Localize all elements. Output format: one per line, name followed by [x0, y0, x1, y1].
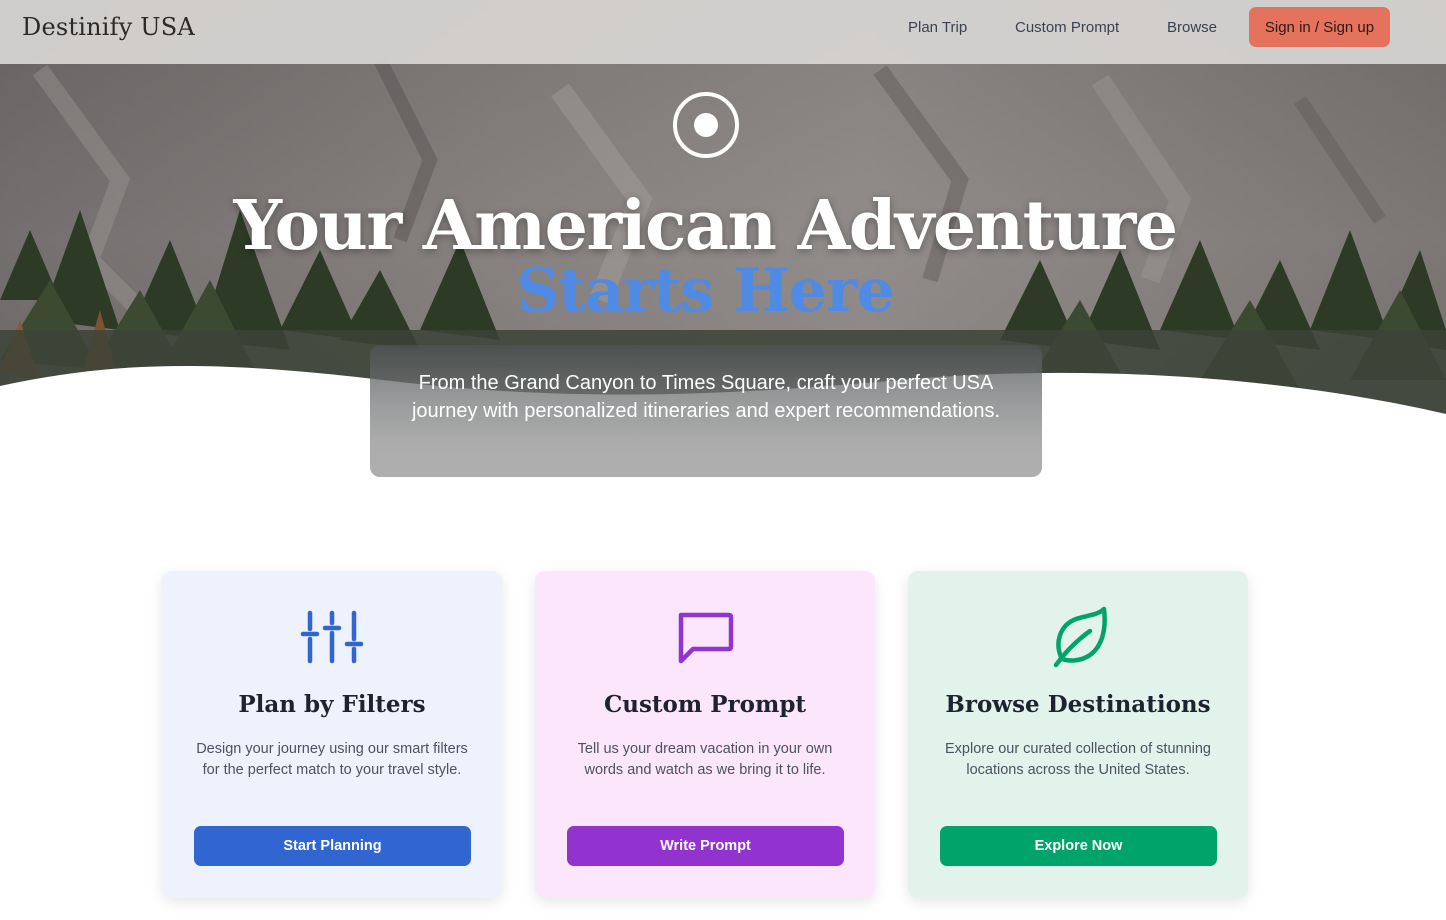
card-title: Browse Destinations — [945, 691, 1211, 718]
card-custom-prompt: Custom Prompt Tell us your dream vacatio… — [535, 571, 875, 898]
hero-description: From the Grand Canyon to Times Square, c… — [411, 372, 1001, 422]
card-plan-by-filters: Plan by Filters Design your journey usin… — [162, 571, 502, 898]
card-description: Explore our curated collection of stunni… — [945, 741, 1211, 778]
hero-description-panel: From the Grand Canyon to Times Square, c… — [370, 345, 1042, 477]
sliders-icon — [300, 610, 364, 664]
signin-signup-button[interactable]: Sign in / Sign up — [1249, 7, 1390, 47]
card-description: Design your journey using our smart filt… — [196, 741, 468, 778]
chat-bubble-icon — [678, 612, 734, 664]
card-description: Tell us your dream vacation in your own … — [577, 741, 833, 778]
top-navbar: Destinify USA Plan Trip Custom Prompt Br… — [0, 0, 1446, 64]
nav-link-custom-prompt[interactable]: Custom Prompt — [1015, 19, 1119, 36]
nav-link-plan-trip[interactable]: Plan Trip — [908, 19, 967, 36]
card-title: Custom Prompt — [603, 691, 807, 718]
card-browse-destinations: Browse Destinations Explore our curated … — [908, 571, 1248, 898]
start-planning-button[interactable]: Start Planning — [194, 826, 471, 866]
write-prompt-button[interactable]: Write Prompt — [567, 826, 844, 866]
leaf-icon — [1053, 606, 1107, 668]
explore-now-button[interactable]: Explore Now — [940, 826, 1217, 866]
brand-logo[interactable]: Destinify USA — [22, 13, 195, 41]
hero-subtitle: Starts Here — [516, 256, 895, 326]
nav-link-browse[interactable]: Browse — [1167, 19, 1217, 36]
target-icon — [673, 92, 739, 158]
card-title: Plan by Filters — [238, 691, 426, 718]
hero-title: Your American Adventure — [233, 186, 1178, 266]
